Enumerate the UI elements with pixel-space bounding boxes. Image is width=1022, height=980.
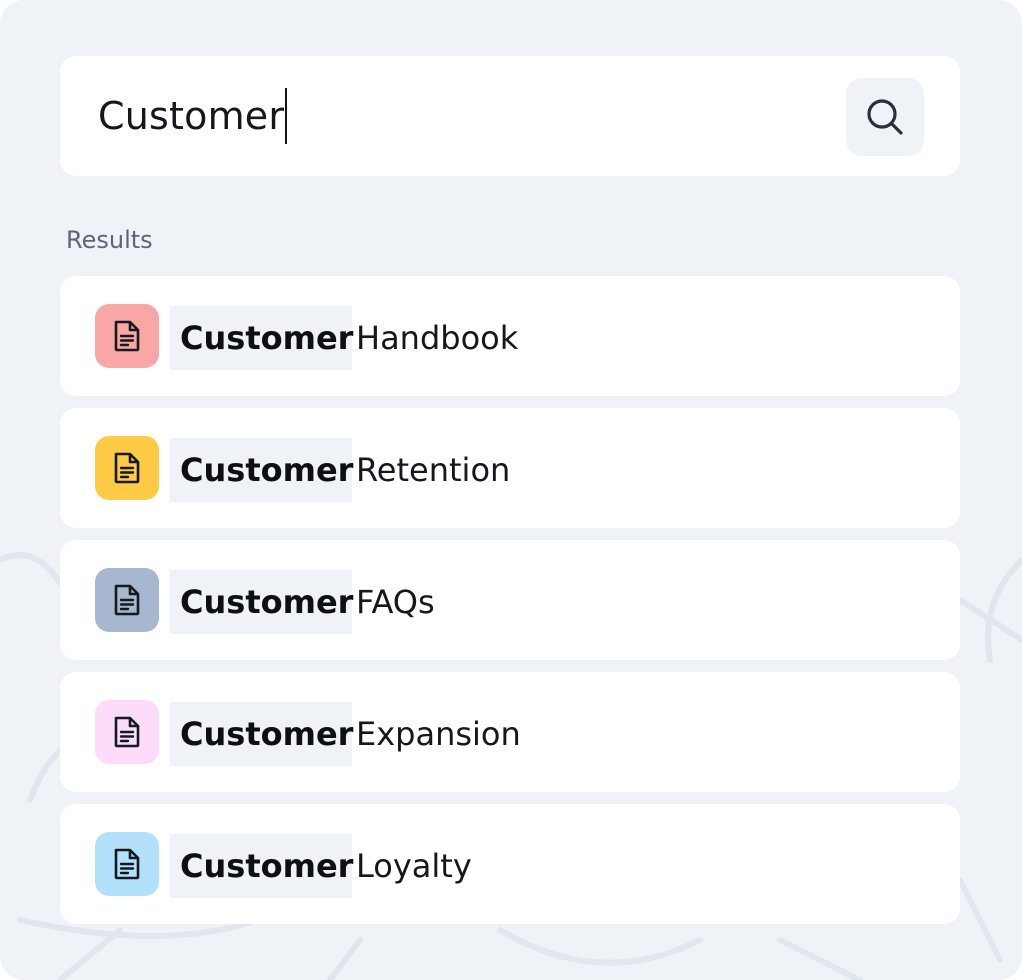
results-heading: Results bbox=[66, 226, 153, 254]
document-icon bbox=[114, 452, 140, 484]
result-item[interactable]: Customer Expansion bbox=[60, 672, 960, 792]
search-panel: Customer Results Customer Handbook Custo… bbox=[0, 0, 1022, 980]
file-tile bbox=[95, 436, 159, 500]
file-tile bbox=[95, 304, 159, 368]
document-icon bbox=[114, 584, 140, 616]
result-title-rest: Handbook bbox=[356, 319, 519, 357]
file-tile bbox=[95, 568, 159, 632]
result-title-rest: Retention bbox=[356, 451, 511, 489]
file-tile bbox=[95, 832, 159, 896]
document-icon bbox=[114, 848, 140, 880]
document-icon bbox=[114, 716, 140, 748]
search-input-value: Customer bbox=[98, 94, 285, 138]
result-title-rest: Loyalty bbox=[356, 847, 472, 885]
result-title-rest: FAQs bbox=[356, 583, 435, 621]
result-item[interactable]: Customer FAQs bbox=[60, 540, 960, 660]
results-list: Customer Handbook Customer Retention Cus… bbox=[60, 276, 960, 936]
result-item[interactable]: Customer Loyalty bbox=[60, 804, 960, 924]
result-title-rest: Expansion bbox=[356, 715, 521, 753]
result-item[interactable]: Customer Retention bbox=[60, 408, 960, 528]
document-icon bbox=[114, 320, 140, 352]
match-highlight: Customer bbox=[170, 702, 353, 766]
file-tile bbox=[95, 700, 159, 764]
match-highlight: Customer bbox=[170, 570, 353, 634]
search-box: Customer bbox=[60, 56, 960, 176]
search-icon bbox=[867, 99, 903, 135]
search-button[interactable] bbox=[846, 78, 924, 156]
text-cursor bbox=[285, 88, 288, 144]
match-highlight: Customer bbox=[170, 834, 353, 898]
match-highlight: Customer bbox=[170, 438, 353, 502]
result-item[interactable]: Customer Handbook bbox=[60, 276, 960, 396]
search-input[interactable]: Customer bbox=[98, 86, 798, 146]
match-highlight: Customer bbox=[170, 306, 353, 370]
